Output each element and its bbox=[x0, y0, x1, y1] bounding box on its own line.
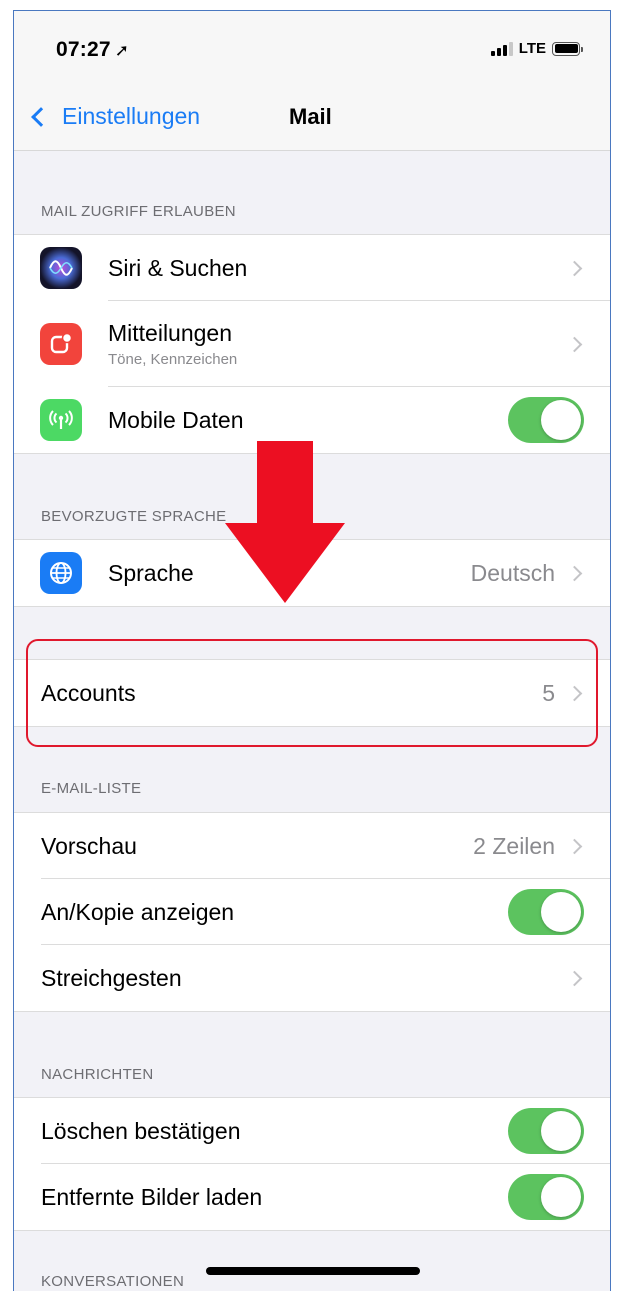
notifications-row[interactable]: Mitteilungen Töne, Kennzeichen bbox=[14, 301, 610, 387]
annotation-arrow-shaft bbox=[257, 441, 313, 533]
show-to-cc-row: An/Kopie anzeigen bbox=[14, 879, 610, 945]
show-to-cc-toggle[interactable] bbox=[508, 889, 584, 935]
preview-label: Vorschau bbox=[41, 832, 137, 859]
chevron-right-icon bbox=[566, 838, 583, 854]
home-indicator[interactable] bbox=[206, 1267, 420, 1275]
load-remote-images-toggle[interactable] bbox=[508, 1174, 584, 1220]
email-list-group: Vorschau 2 Zeilen An/Kopie anzeigen Stre… bbox=[14, 812, 610, 1012]
ask-delete-toggle[interactable] bbox=[508, 1108, 584, 1154]
siri-icon bbox=[40, 247, 82, 289]
load-remote-images-label: Entfernte Bilder laden bbox=[41, 1183, 263, 1210]
globe-icon bbox=[40, 552, 82, 594]
navigation-bar: Einstellungen Mail bbox=[14, 91, 610, 151]
notifications-label: Mitteilungen bbox=[108, 320, 233, 346]
chevron-left-icon bbox=[31, 106, 51, 127]
status-bar: 07:27 ➚ LTE bbox=[14, 11, 610, 91]
mobile-data-label: Mobile Daten bbox=[108, 406, 244, 433]
siri-label: Siri & Suchen bbox=[108, 254, 248, 281]
status-indicators: LTE bbox=[490, 40, 583, 57]
phone-screen: 07:27 ➚ LTE Einstellungen Mail MAIL ZUGRI… bbox=[13, 10, 611, 1291]
section-header-messages: NACHRICHTEN bbox=[41, 1066, 154, 1083]
mobile-data-toggle[interactable] bbox=[508, 397, 584, 443]
annotation-arrow-down-icon bbox=[225, 523, 345, 603]
accounts-highlight-box bbox=[26, 639, 598, 747]
ask-delete-row: Löschen bestätigen bbox=[14, 1098, 610, 1164]
page-title: Mail bbox=[289, 104, 332, 129]
section-header-email-list: E-MAIL-LISTE bbox=[41, 780, 142, 797]
chevron-right-icon bbox=[566, 260, 583, 276]
notifications-sublabel: Töne, Kennzeichen bbox=[108, 351, 238, 368]
signal-icon bbox=[490, 41, 513, 56]
network-type: LTE bbox=[518, 40, 546, 57]
swipe-options-row[interactable]: Streichgesten bbox=[14, 945, 610, 1011]
location-arrow-icon: ➚ bbox=[114, 41, 130, 60]
antenna-icon bbox=[40, 399, 82, 441]
language-label: Sprache bbox=[108, 559, 194, 586]
section-header-language: BEVORZUGTE SPRACHE bbox=[41, 508, 227, 525]
swipe-options-label: Streichgesten bbox=[41, 964, 182, 991]
messages-group: Löschen bestätigen Entfernte Bilder lade… bbox=[14, 1097, 610, 1231]
language-value: Deutsch bbox=[470, 559, 555, 586]
show-to-cc-label: An/Kopie anzeigen bbox=[41, 898, 235, 925]
ask-delete-label: Löschen bestätigen bbox=[41, 1117, 241, 1144]
status-time: 07:27 ➚ bbox=[56, 38, 130, 61]
load-remote-images-row: Entfernte Bilder laden bbox=[14, 1164, 610, 1230]
chevron-right-icon bbox=[566, 336, 583, 352]
section-header-access: MAIL ZUGRIFF ERLAUBEN bbox=[41, 203, 236, 220]
access-group: Siri & Suchen Mitteilungen Töne, Kennzei… bbox=[14, 234, 610, 454]
chevron-right-icon bbox=[566, 565, 583, 581]
preview-value: 2 Zeilen bbox=[473, 832, 555, 859]
chevron-right-icon bbox=[566, 970, 583, 986]
siri-row[interactable]: Siri & Suchen bbox=[14, 235, 610, 301]
battery-icon bbox=[552, 41, 583, 56]
back-label: Einstellungen bbox=[62, 103, 201, 129]
preview-row[interactable]: Vorschau 2 Zeilen bbox=[14, 813, 610, 879]
back-button[interactable]: Einstellungen bbox=[28, 103, 200, 130]
notifications-icon bbox=[40, 323, 82, 365]
section-header-threading: KONVERSATIONEN bbox=[41, 1273, 185, 1290]
